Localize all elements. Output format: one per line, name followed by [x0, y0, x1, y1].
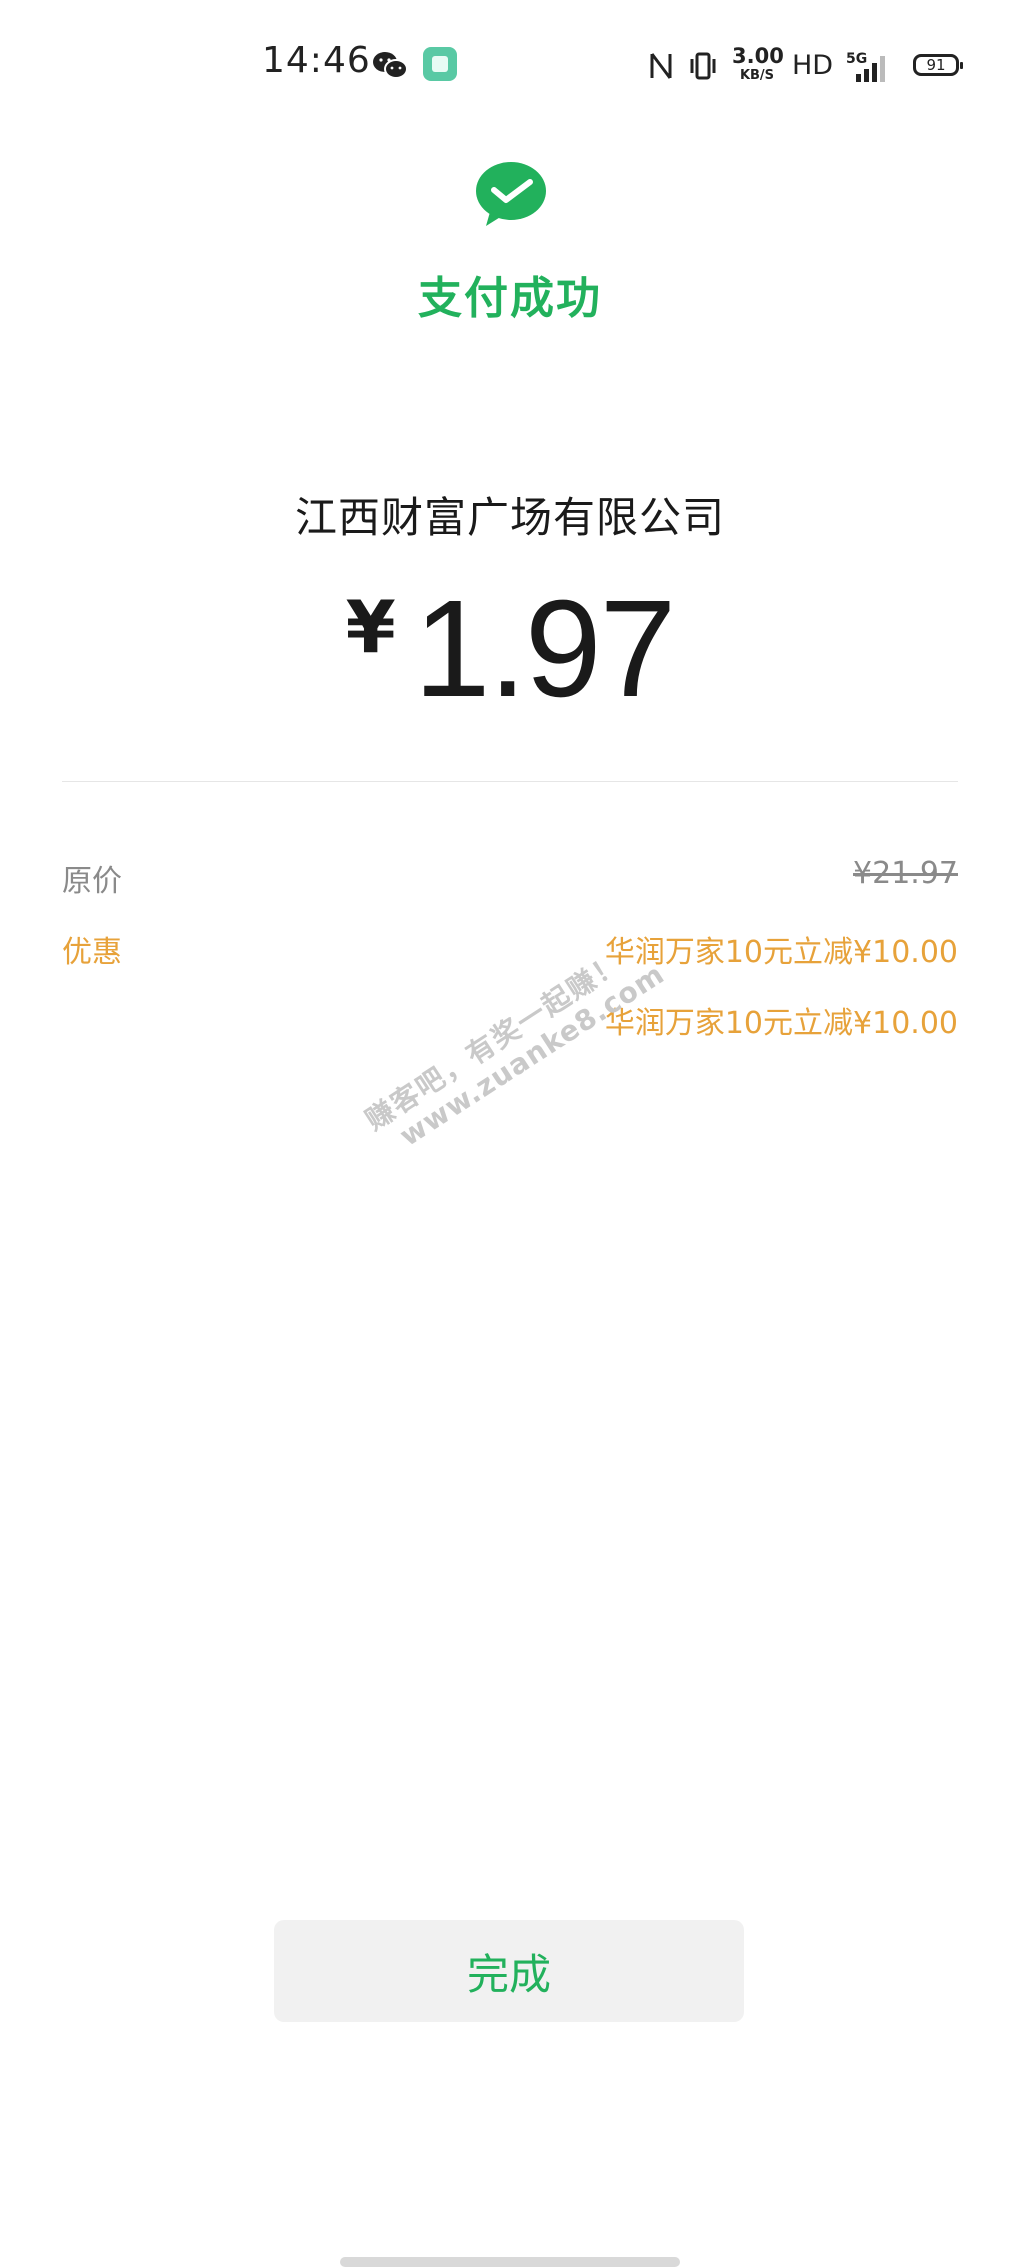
merchant-name: 江西财富广场有限公司 — [294, 493, 725, 542]
network-speed-value: 3.00 — [732, 44, 784, 68]
done-button[interactable]: 完成 — [274, 1920, 744, 2022]
home-indicator[interactable] — [340, 2257, 680, 2267]
payment-status-title: 支付成功 — [418, 273, 602, 324]
discount-label: 优惠 — [62, 935, 122, 970]
wechat-pay-success-icon — [476, 162, 546, 226]
nfc-icon — [650, 53, 672, 79]
discount-item: 华润万家10元立减¥10.00 — [604, 1006, 958, 1041]
hd-label: HD — [792, 50, 834, 81]
network-speed-unit: KB/S — [739, 68, 775, 83]
currency-symbol: ¥ — [345, 585, 396, 669]
status-time: 14:46 — [262, 40, 371, 81]
signal-icon: 5G — [846, 51, 885, 82]
network-speed: 3.00 KB/S — [732, 44, 784, 86]
network-type-label: 5G — [846, 51, 867, 67]
original-price-value: ¥21.97 — [853, 856, 958, 891]
amount-value: 1.97 — [413, 572, 677, 726]
app-icon — [423, 47, 457, 81]
payment-amount: ¥1.97 — [0, 570, 1020, 729]
divider — [62, 781, 958, 782]
discount-item: 华润万家10元立减¥10.00 — [604, 935, 958, 970]
vibrate-icon — [690, 52, 716, 80]
watermark: 赚客吧，有奖一起赚！ www.zuanke8.com — [359, 931, 671, 1164]
battery-icon: 91 — [913, 54, 963, 76]
watermark-url: www.zuanke8.com — [393, 957, 671, 1153]
wechat-icon — [373, 52, 408, 79]
original-price-label: 原价 — [62, 864, 122, 899]
status-bar: 14:46 3.00 KB/S HD 5G 91 — [0, 0, 1020, 130]
